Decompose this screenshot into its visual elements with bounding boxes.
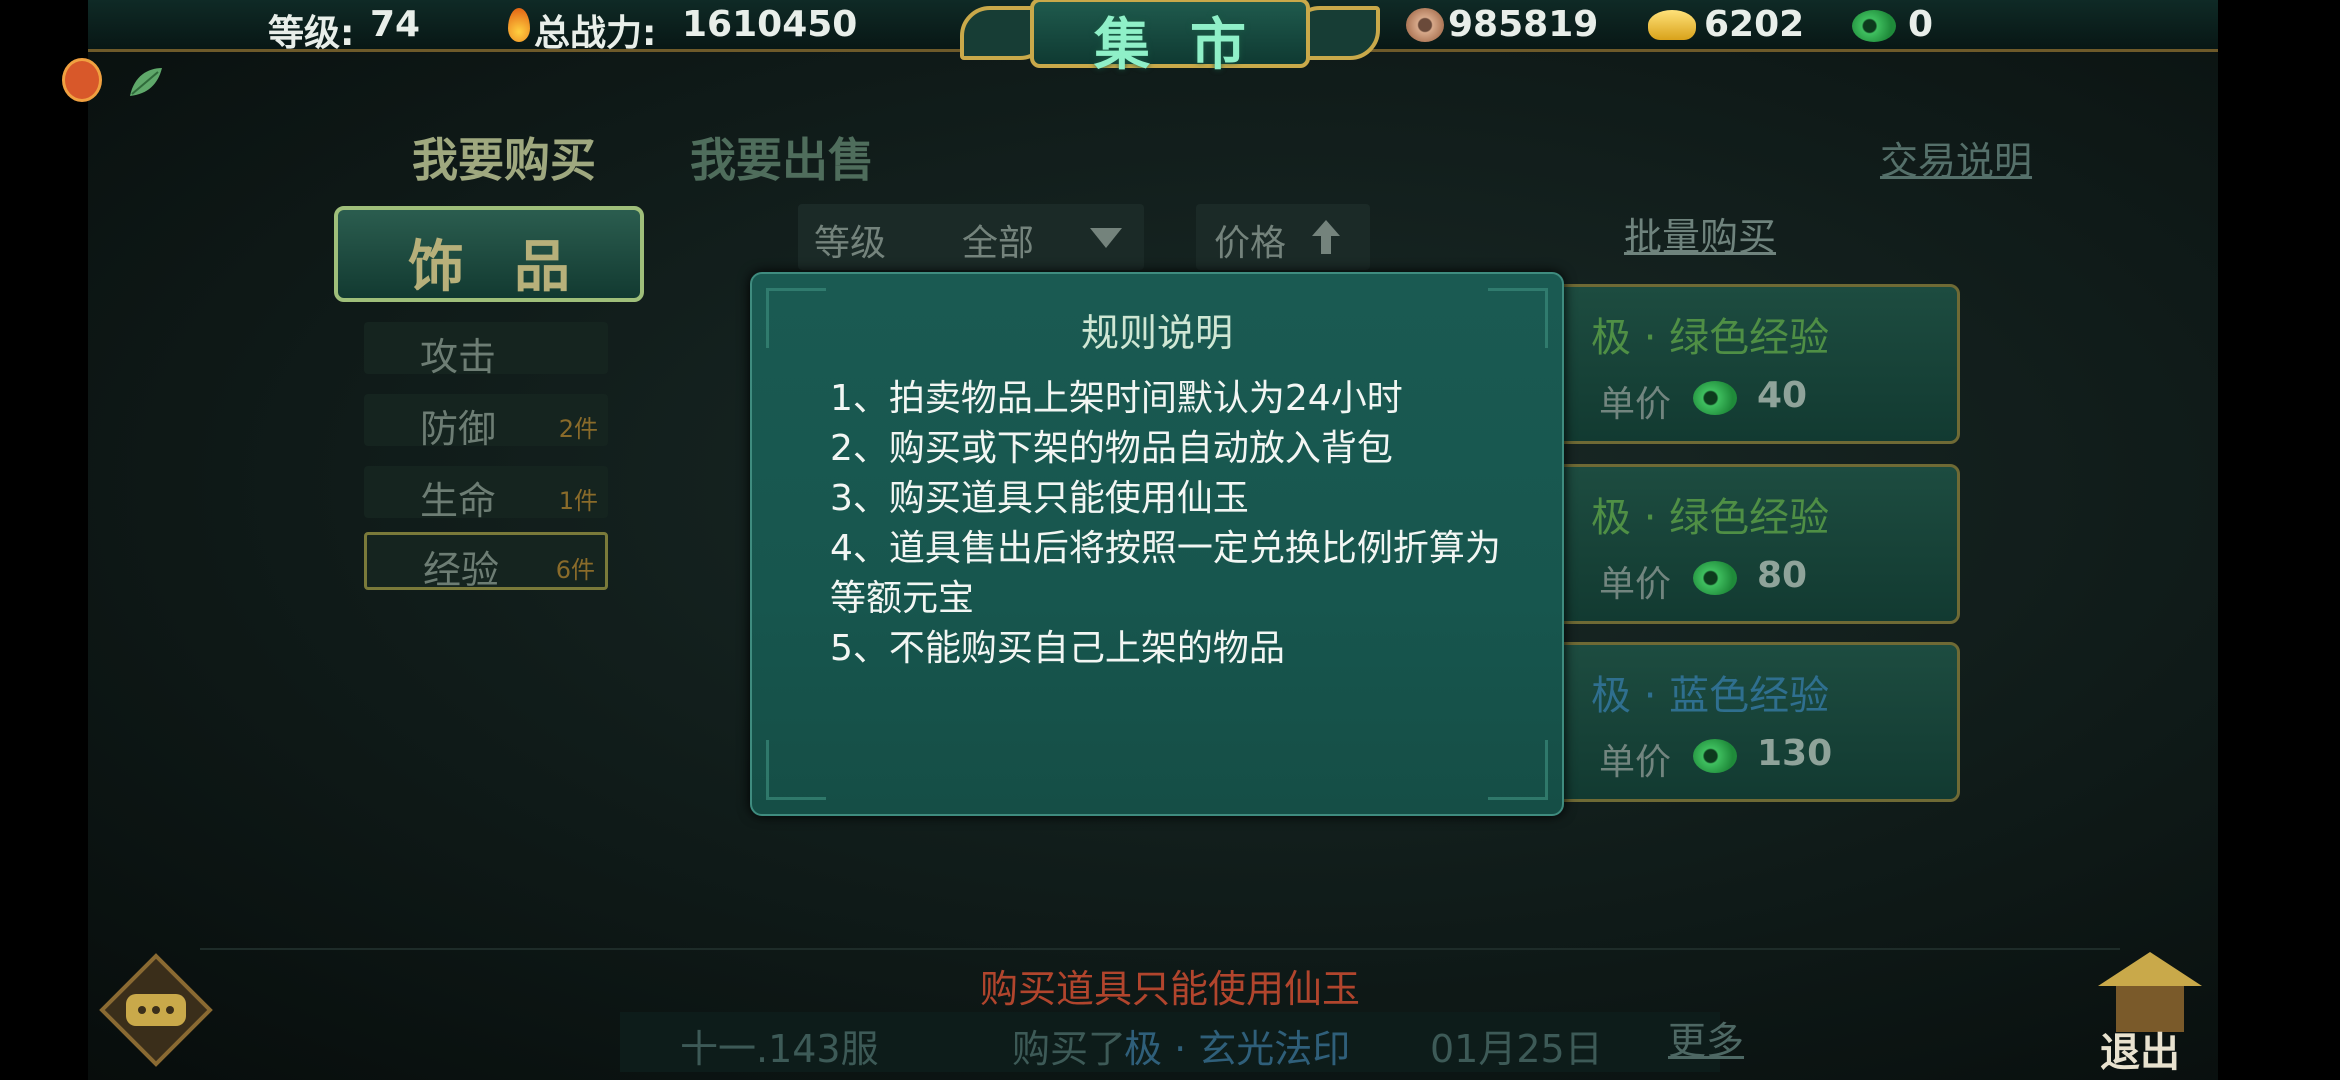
item-name: 极 · 蓝色经验	[1591, 673, 1830, 719]
subcategory-defense[interactable]: 防御 2件	[364, 394, 608, 451]
flame-icon	[508, 8, 530, 42]
exit-label: 退出	[2100, 1030, 2180, 1076]
subcategory-count: 1件	[558, 487, 598, 515]
chat-button[interactable]	[96, 950, 216, 1070]
avatar[interactable]	[62, 58, 102, 102]
dialog-title: 规则说明	[1080, 311, 1233, 355]
rule-item: 4、道具售出后将按照一定兑换比例折算为等额元宝	[830, 528, 1501, 619]
notice-text: 购买道具只能使用仙玉	[979, 967, 1360, 1011]
item-name: 极 · 绿色经验	[1591, 495, 1830, 541]
rule-item: 1、拍卖物品上架时间默认为24小时	[830, 378, 1403, 419]
level-label: 等级:	[268, 13, 355, 54]
gold-ingot-icon	[1648, 10, 1696, 40]
jade-icon	[1693, 561, 1737, 595]
corner-ornament	[766, 740, 826, 800]
category-accessory[interactable]: 饰品	[334, 206, 644, 302]
bulk-buy-link[interactable]: 批量购买	[1624, 206, 1776, 261]
item-card[interactable]: 极 · 绿色经验 单价 40	[1540, 284, 1960, 444]
leaf-icon[interactable]	[128, 66, 164, 98]
ticker-action: 购买了	[1012, 1027, 1127, 1071]
unit-price-label: 单价	[1599, 564, 1672, 605]
subcategory-attack[interactable]: 攻击	[364, 322, 608, 379]
level-filter-value: 全部	[962, 223, 1035, 264]
trade-help-link[interactable]: 交易说明	[1880, 130, 2032, 185]
subcategory-label: 经验	[423, 548, 500, 592]
divider	[200, 948, 2120, 950]
market-screen: 等级: 74 总战力: 1610450 985819 6202 0 集市 我要购…	[0, 0, 2340, 1080]
jade-icon	[1852, 10, 1896, 42]
ticker-item: 极 · 玄光法印	[1124, 1027, 1351, 1071]
unit-price-label: 单价	[1599, 384, 1672, 425]
tab-buy[interactable]: 我要购买	[412, 124, 596, 190]
tab-sell[interactable]: 我要出售	[690, 124, 874, 190]
price-sort-button[interactable]: 价格	[1196, 204, 1370, 270]
item-price: 40	[1757, 375, 1808, 416]
chat-bubble-icon	[99, 953, 213, 1067]
more-link[interactable]: 更多	[1668, 1010, 1744, 1065]
item-card[interactable]: 极 · 绿色经验 单价 80	[1540, 464, 1960, 624]
item-price: 80	[1757, 555, 1808, 596]
unit-price-label: 单价	[1599, 742, 1672, 783]
item-card[interactable]: 极 · 蓝色经验 单价 130	[1540, 642, 1960, 802]
power-value: 1610450	[682, 4, 858, 45]
subcategory-label: 防御	[420, 407, 497, 451]
jade-value: 0	[1908, 4, 1934, 45]
arrow-up-icon	[1312, 220, 1340, 254]
subcategory-experience[interactable]: 经验 6件	[364, 532, 608, 592]
page-title: 集市	[1094, 13, 1286, 78]
chevron-down-icon	[1090, 228, 1122, 248]
gold-value: 6202	[1704, 4, 1805, 45]
corner-ornament	[1488, 740, 1548, 800]
level-filter-label: 等级	[814, 223, 887, 264]
exit-button[interactable]: 退出	[2090, 946, 2210, 1076]
jade-icon	[1693, 381, 1737, 415]
ticker-server: 十一.143服	[680, 1027, 879, 1071]
trade-ticker: 十一.143服 购买了 极 · 玄光法印 01月25日	[620, 1012, 1720, 1072]
ticker-date: 01月25日	[1430, 1027, 1603, 1071]
right-letterbox	[2218, 0, 2340, 1080]
level-value: 74	[370, 4, 421, 45]
title-plaque: 集市	[960, 0, 1380, 84]
rule-item: 3、购买道具只能使用仙玉	[830, 478, 1249, 519]
level-filter-dropdown[interactable]: 等级 全部	[798, 204, 1144, 270]
jade-icon	[1693, 739, 1737, 773]
price-sort-label: 价格	[1214, 223, 1287, 264]
category-label: 饰品	[408, 235, 620, 300]
item-name: 极 · 绿色经验	[1591, 315, 1830, 361]
item-price: 130	[1757, 733, 1833, 774]
power-label: 总战力:	[534, 13, 657, 54]
subcategory-label: 生命	[420, 479, 497, 523]
rule-item: 5、不能购买自己上架的物品	[830, 628, 1285, 669]
subcategory-life[interactable]: 生命 1件	[364, 466, 608, 523]
subcategory-count: 6件	[555, 556, 595, 584]
copper-value: 985819	[1448, 4, 1599, 45]
rules-dialog[interactable]: 规则说明 1、拍卖物品上架时间默认为24小时 2、购买或下架的物品自动放入背包 …	[750, 272, 1564, 816]
rule-item: 2、购买或下架的物品自动放入背包	[830, 428, 1393, 469]
copper-coin-icon	[1406, 8, 1444, 42]
subcategory-count: 2件	[558, 415, 598, 443]
subcategory-label: 攻击	[420, 335, 497, 379]
rules-list: 1、拍卖物品上架时间默认为24小时 2、购买或下架的物品自动放入背包 3、购买道…	[830, 374, 1510, 674]
left-letterbox	[0, 0, 88, 1080]
